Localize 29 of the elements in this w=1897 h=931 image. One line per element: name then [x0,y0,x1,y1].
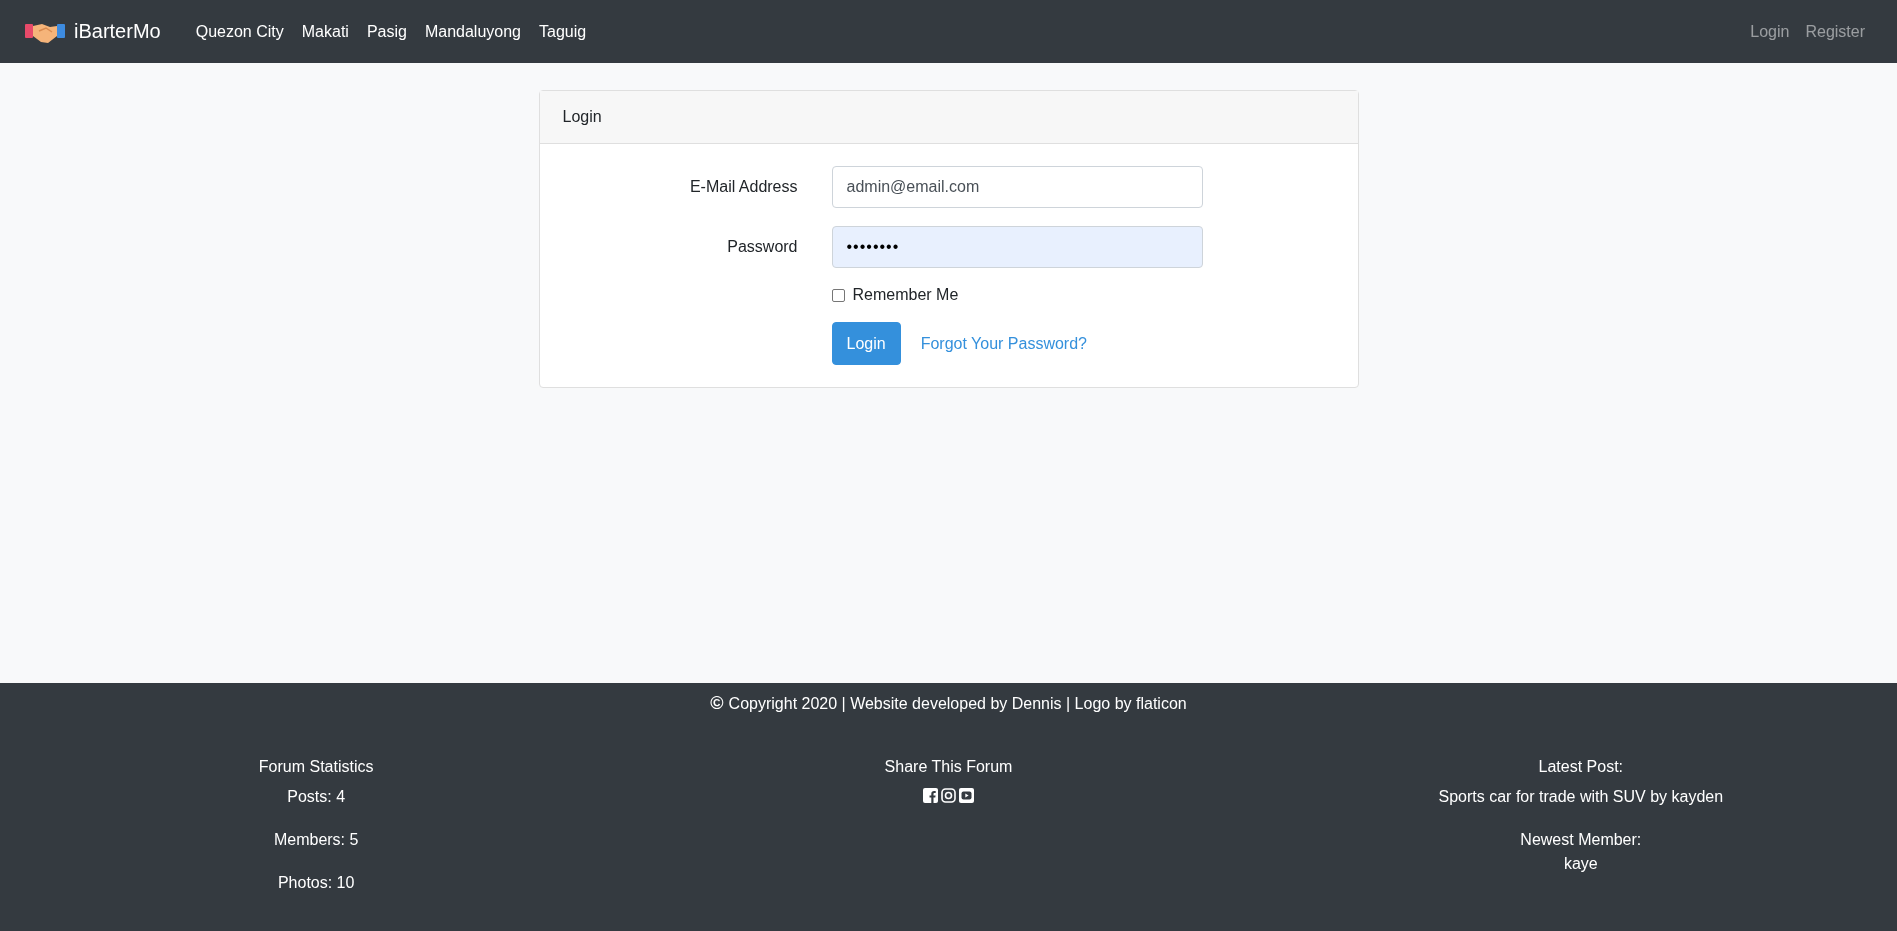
nav-link[interactable]: Login [1742,14,1798,48]
copyright-text: Copyright 2020 | Website developed by Dennis | Logo by flaticon [728,694,1187,713]
column-heading: Forum Statistics [258,758,374,776]
email-field[interactable]: admin@email.com [831,166,1203,208]
column-heading: Newest Member: [1520,831,1642,849]
nav-link[interactable]: Mandaluyong [415,14,530,48]
stat-text: Photos: 10 [277,874,355,892]
nav-link[interactable]: Taguig [530,14,596,48]
nav-link[interactable]: Makati [292,14,358,48]
latest-post-link[interactable]: Sports car for trade with SUV by kayden [1438,788,1724,806]
field-label: E-Mail Address [688,178,798,196]
brand-link[interactable]: iBarterMo [74,20,161,43]
stat-text: Members: 5 [273,831,359,849]
nav-link[interactable]: Pasig [357,14,416,48]
field-label: Password [726,238,798,256]
card-title: Login [539,91,1358,144]
instagram-icon[interactable] [941,788,956,803]
column-heading: Latest Post: [1538,758,1624,776]
stat-text: Posts: 4 [287,788,346,806]
facebook-icon[interactable] [923,788,938,803]
nav-link[interactable]: Register [1797,14,1873,48]
checkbox-label[interactable]: Remember Me [852,286,959,304]
copyright-symbol: © [710,693,724,714]
column-heading: Share This Forum [884,758,1013,776]
nav-link[interactable]: Quezon City [186,14,293,48]
password-field[interactable]: •••••••• [831,226,1203,268]
youtube-icon[interactable] [959,788,974,803]
remember-checkbox[interactable] [831,288,845,302]
newest-member-name: kaye [1563,855,1598,873]
